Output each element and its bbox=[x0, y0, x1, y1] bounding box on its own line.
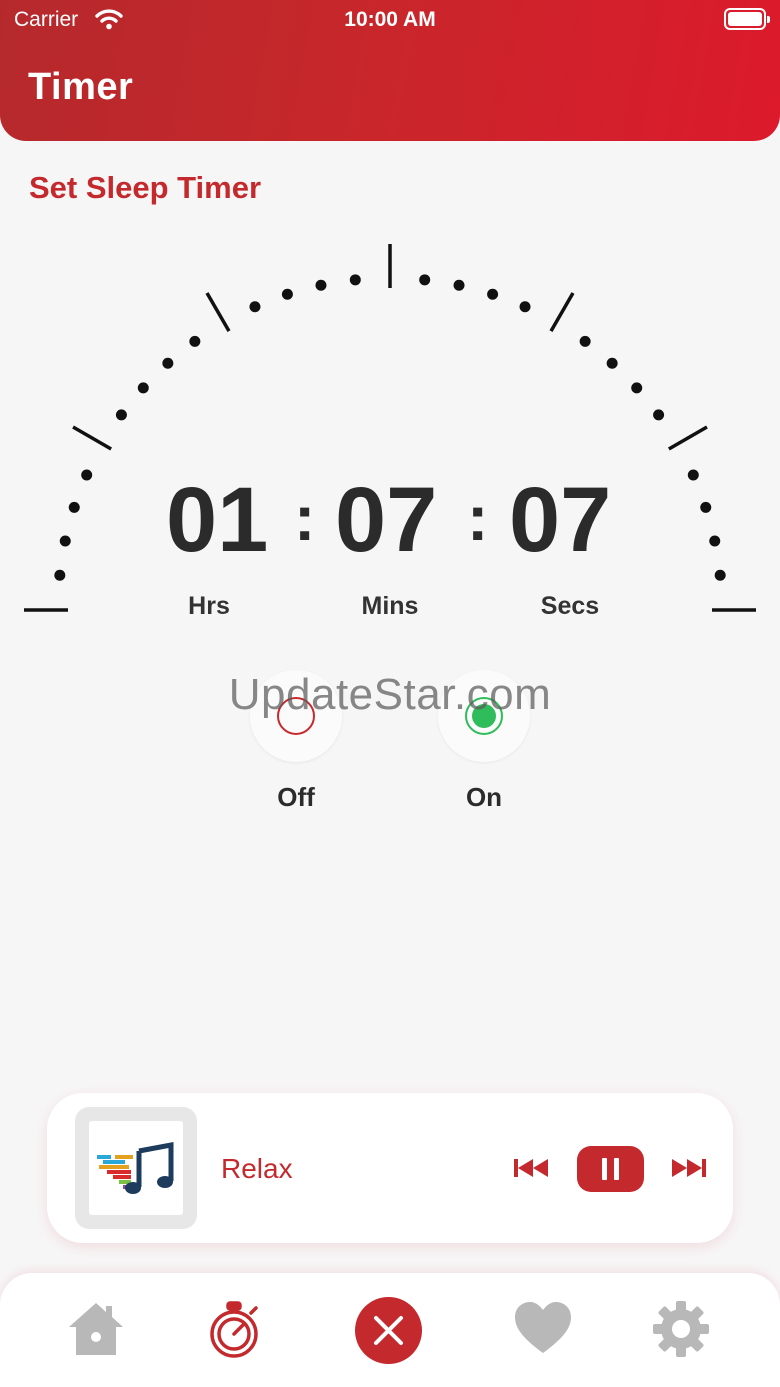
dial-minor-tick bbox=[249, 301, 261, 313]
dial-minor-tick bbox=[631, 382, 643, 394]
close-button[interactable] bbox=[355, 1297, 422, 1364]
dial-minor-tick bbox=[487, 288, 499, 300]
off-label: Off bbox=[277, 782, 315, 812]
header-bar: Carrier 10:00 AM Timer bbox=[0, 0, 780, 141]
dial-major-tick bbox=[205, 292, 231, 333]
dial-major-tick bbox=[549, 292, 575, 333]
home-icon bbox=[69, 1303, 123, 1355]
mini-player[interactable]: Relax bbox=[47, 1093, 733, 1243]
tab-timer[interactable] bbox=[203, 1297, 267, 1361]
dial-minor-tick bbox=[453, 279, 465, 291]
dial-minor-tick bbox=[54, 569, 66, 581]
tab-favorites[interactable] bbox=[511, 1297, 575, 1361]
dial-minor-tick bbox=[137, 382, 149, 394]
close-icon bbox=[374, 1316, 403, 1345]
minutes-label: Mins bbox=[361, 592, 419, 620]
previous-track-button[interactable] bbox=[513, 1153, 549, 1183]
dial-minor-tick bbox=[349, 274, 361, 286]
track-title[interactable]: Relax bbox=[221, 1153, 293, 1185]
gear-icon bbox=[653, 1301, 709, 1357]
dial-minor-tick bbox=[59, 535, 71, 547]
dial-minor-tick bbox=[419, 274, 431, 286]
minutes-value[interactable]: 07 bbox=[335, 470, 437, 570]
status-time: 10:00 AM bbox=[344, 8, 436, 31]
dial-minor-tick bbox=[115, 409, 127, 421]
dial-minor-tick bbox=[81, 469, 93, 481]
album-artwork bbox=[75, 1107, 197, 1229]
dial-minor-tick bbox=[315, 279, 327, 291]
on-label: On bbox=[465, 782, 503, 812]
pause-button[interactable] bbox=[577, 1146, 644, 1192]
heart-icon bbox=[515, 1302, 571, 1353]
watermark: UpdateStar.com bbox=[228, 670, 552, 719]
next-track-button[interactable] bbox=[671, 1153, 707, 1183]
dial-major-tick bbox=[667, 425, 708, 451]
dial-minor-tick bbox=[687, 469, 699, 481]
dial-major-tick bbox=[72, 425, 113, 451]
music-note-icon bbox=[97, 1141, 174, 1194]
dial-minor-tick bbox=[709, 535, 721, 547]
dial-minor-tick bbox=[68, 501, 80, 513]
battery-icon bbox=[724, 8, 770, 30]
tab-home[interactable] bbox=[64, 1297, 128, 1361]
seconds-label: Secs bbox=[540, 592, 600, 620]
dial-minor-tick bbox=[579, 335, 591, 347]
seconds-value[interactable]: 07 bbox=[509, 470, 611, 570]
dial-minor-tick bbox=[714, 569, 726, 581]
dial-minor-tick bbox=[700, 501, 712, 513]
dial-minor-tick bbox=[653, 409, 665, 421]
page-title: Timer bbox=[28, 66, 134, 108]
dial-minor-tick bbox=[606, 357, 618, 369]
tab-settings[interactable] bbox=[649, 1297, 713, 1361]
dial-minor-tick bbox=[162, 357, 174, 369]
dial-minor-tick bbox=[189, 335, 201, 347]
hours-label: Hrs bbox=[188, 592, 230, 620]
status-bar: Carrier 10:00 AM bbox=[0, 0, 780, 40]
stopwatch-icon bbox=[210, 1301, 258, 1358]
tab-bar bbox=[0, 1273, 780, 1387]
dial-minor-tick bbox=[519, 301, 531, 313]
time-separator: : bbox=[294, 482, 316, 554]
section-title: Set Sleep Timer bbox=[29, 170, 262, 205]
time-separator: : bbox=[467, 482, 489, 554]
hours-value[interactable]: 01 bbox=[166, 470, 268, 570]
dial-minor-tick bbox=[281, 288, 293, 300]
